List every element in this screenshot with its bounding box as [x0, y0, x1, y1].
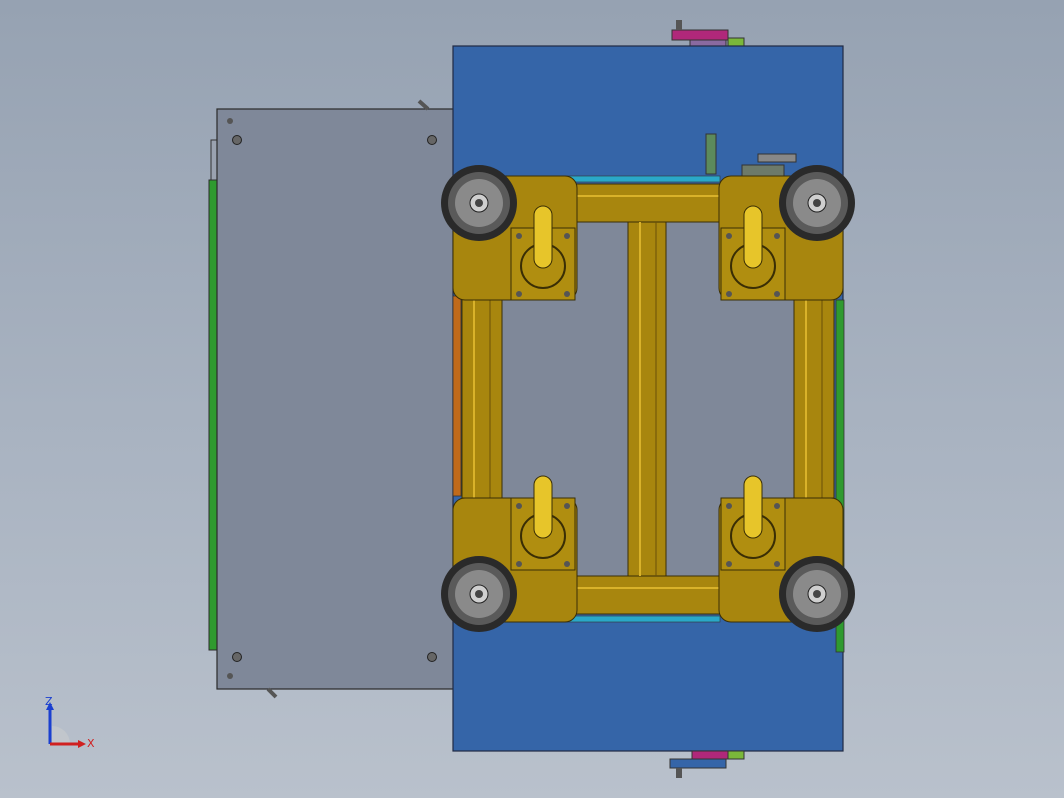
panel-pin — [266, 687, 278, 699]
bolt-icon — [227, 673, 233, 679]
grey-panel[interactable] — [216, 108, 456, 690]
bolt-icon — [232, 135, 242, 145]
x-arrow-icon — [78, 740, 86, 748]
bolt-icon — [676, 768, 682, 778]
wheel-icon[interactable] — [441, 556, 517, 632]
bolt-icon — [427, 652, 437, 662]
bottom-bracket-plate — [691, 750, 729, 760]
bottom-bracket-base — [669, 758, 727, 769]
axis-triad: Z X — [45, 696, 95, 750]
triad-plane — [52, 726, 70, 744]
top-bracket[interactable] — [671, 20, 745, 47]
graphics-viewport[interactable]: Z X — [0, 0, 1064, 798]
rod — [705, 133, 717, 175]
wheel-icon[interactable] — [441, 165, 517, 241]
bottom-bracket-tab — [727, 750, 745, 760]
wheel-icon[interactable] — [779, 165, 855, 241]
top-bracket-plate — [671, 29, 729, 41]
bolt-icon — [427, 135, 437, 145]
wheel-icon[interactable] — [779, 556, 855, 632]
panel-pin — [417, 99, 430, 111]
orange-edge-left — [452, 295, 462, 497]
x-axis-label: X — [87, 737, 95, 750]
bottom-bracket[interactable] — [669, 750, 745, 778]
bolt-icon — [227, 118, 233, 124]
bolt-icon — [232, 652, 242, 662]
z-axis-label: Z — [45, 696, 53, 708]
top-bracket-tab — [727, 37, 745, 47]
top-bracket-slot — [689, 39, 727, 47]
assembly-model[interactable] — [0, 0, 1064, 798]
side-panel[interactable] — [208, 99, 456, 699]
bolt-icon — [676, 20, 682, 30]
